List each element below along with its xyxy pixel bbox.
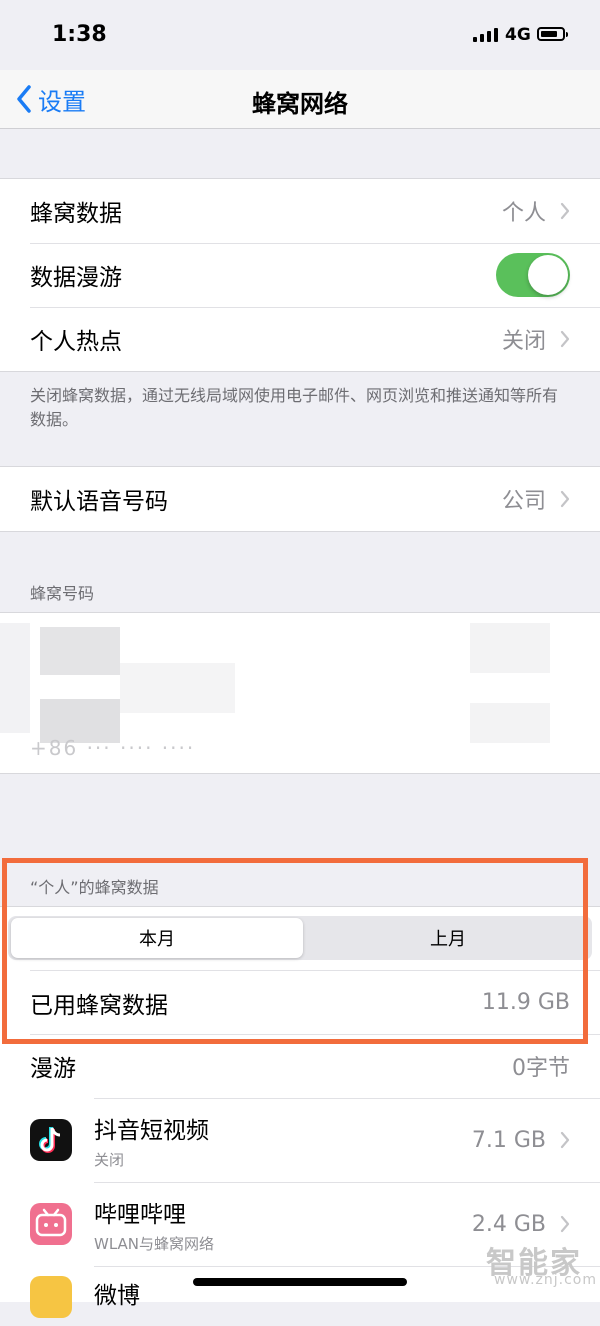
app-name: 哔哩哔哩 bbox=[94, 1201, 186, 1228]
used-data-value: 11.9 GB bbox=[481, 990, 570, 1015]
douyin-icon bbox=[30, 1119, 72, 1161]
default-voice-label: 默认语音号码 bbox=[30, 489, 168, 515]
segment-this-month[interactable]: 本月 bbox=[11, 918, 303, 958]
default-voice-value: 公司 bbox=[501, 489, 546, 514]
app-status: 关闭 bbox=[94, 1150, 125, 1169]
app-name: 抖音短视频 bbox=[94, 1117, 209, 1144]
chevron-right-icon bbox=[560, 1215, 570, 1233]
app-status: WLAN与蜂窝网络 bbox=[94, 1234, 215, 1253]
chevron-right-icon bbox=[560, 1131, 570, 1149]
chevron-right-icon bbox=[560, 490, 570, 508]
cellular-data-row[interactable]: 蜂窝数据 个人 bbox=[0, 179, 600, 243]
chevron-right-icon bbox=[560, 330, 570, 348]
data-roaming-toggle[interactable] bbox=[496, 253, 570, 297]
default-voice-group: 默认语音号码 公司 bbox=[0, 466, 600, 532]
nav-bar: 设置 蜂窝网络 bbox=[0, 70, 600, 129]
data-roaming-label: 数据漫游 bbox=[30, 265, 122, 291]
roaming-usage-value: 0字节 bbox=[512, 1056, 570, 1081]
network-type: 4G bbox=[505, 25, 531, 45]
home-indicator[interactable] bbox=[193, 1278, 407, 1286]
default-voice-row[interactable]: 默认语音号码 公司 bbox=[0, 467, 600, 531]
period-segmented-control: 本月 上月 bbox=[8, 916, 592, 960]
cellular-number-blurred[interactable]: +86 ··· ···· ···· bbox=[0, 612, 600, 774]
segment-last-month[interactable]: 上月 bbox=[306, 918, 590, 958]
status-time: 1:38 bbox=[52, 22, 107, 47]
app-usage: 2.4 GB bbox=[471, 1211, 546, 1237]
status-bar: 1:38 4G bbox=[0, 0, 600, 70]
personal-hotspot-label: 个人热点 bbox=[30, 329, 122, 355]
watermark-url: www.znj.com bbox=[494, 1272, 597, 1288]
cellular-data-value: 个人 bbox=[501, 201, 546, 226]
cellular-footnote: 关闭蜂窝数据，通过无线局域网使用电子邮件、网页浏览和推送通知等所有数据。 bbox=[30, 386, 559, 429]
app-row-douyin[interactable]: 抖音短视频 关闭 7.1 GB bbox=[0, 1098, 600, 1182]
personal-hotspot-row[interactable]: 个人热点 关闭 bbox=[0, 307, 600, 371]
personal-hotspot-value: 关闭 bbox=[501, 329, 546, 354]
data-roaming-row: 数据漫游 bbox=[0, 243, 600, 307]
battery-icon bbox=[537, 27, 568, 41]
chevron-right-icon bbox=[560, 202, 570, 220]
cellular-numbers-header: 蜂窝号码 bbox=[30, 584, 95, 603]
signal-icon bbox=[473, 28, 498, 42]
page-title: 蜂窝网络 bbox=[252, 90, 348, 118]
app-usage: 7.1 GB bbox=[471, 1127, 546, 1153]
weibo-icon bbox=[30, 1276, 72, 1318]
bilibili-icon bbox=[30, 1203, 72, 1245]
cellular-settings-group: 蜂窝数据 个人 数据漫游 个人热点 关闭 bbox=[0, 178, 600, 372]
used-data-row: 已用蜂窝数据 11.9 GB bbox=[30, 970, 600, 1034]
roaming-usage-label: 漫游 bbox=[30, 1056, 76, 1082]
masked-number: +86 ··· ···· ···· bbox=[30, 736, 196, 760]
roaming-usage-row: 漫游 0字节 bbox=[0, 1034, 600, 1098]
usage-header: “个人”的蜂窝数据 bbox=[30, 878, 159, 897]
cellular-data-label: 蜂窝数据 bbox=[30, 201, 122, 227]
used-data-label: 已用蜂窝数据 bbox=[30, 992, 168, 1019]
